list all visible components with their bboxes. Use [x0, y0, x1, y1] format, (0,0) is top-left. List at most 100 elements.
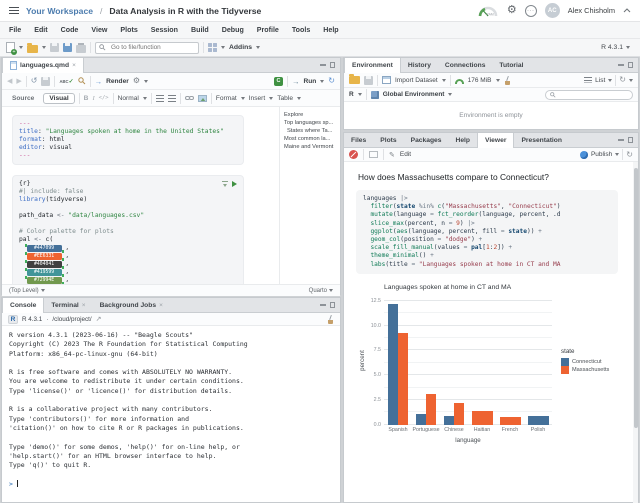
settings-gear-icon[interactable]: ⚙ — [507, 5, 517, 16]
viewer-scrollbar[interactable] — [633, 162, 638, 503]
new-file-icon[interactable] — [6, 42, 15, 53]
table-caret[interactable] — [297, 97, 301, 100]
edit-button[interactable]: Edit — [400, 151, 411, 158]
save-icon[interactable] — [50, 43, 59, 52]
run-caret[interactable] — [320, 80, 324, 83]
menu-debug[interactable]: Debug — [222, 26, 244, 34]
memory-usage[interactable]: 176 MiB — [468, 77, 492, 84]
refresh-environment-icon[interactable]: ↻ — [619, 76, 626, 84]
render-options-caret[interactable] — [144, 80, 148, 83]
environment-selector[interactable]: Global Environment — [383, 91, 445, 98]
open-directory-icon[interactable]: ↗ — [96, 315, 102, 323]
publish-caret[interactable] — [615, 153, 619, 156]
chevron-up-icon[interactable] — [623, 8, 631, 13]
load-workspace-icon[interactable] — [349, 76, 360, 84]
save-workspace-icon[interactable] — [364, 76, 373, 85]
maximize-pane-icon[interactable] — [628, 62, 634, 68]
language-caret[interactable] — [358, 93, 362, 96]
table-menu[interactable]: Table — [277, 95, 293, 102]
open-folder-caret[interactable] — [42, 46, 46, 49]
save-document-icon[interactable] — [41, 77, 50, 86]
tab-tutorial[interactable]: Tutorial — [492, 58, 530, 72]
italic-icon[interactable]: I — [92, 95, 94, 102]
save-all-icon[interactable] — [63, 43, 72, 52]
r-version-selector[interactable]: R 4.3.1 — [601, 44, 634, 51]
open-in-new-window-icon[interactable] — [369, 151, 378, 158]
tab-connections[interactable]: Connections — [438, 58, 493, 72]
publish-button[interactable]: Publish — [591, 151, 612, 158]
format-menu[interactable]: Format — [216, 95, 237, 102]
environment-search-box[interactable] — [545, 90, 633, 100]
tab-terminal[interactable]: Terminal× — [44, 298, 92, 312]
minimize-pane-icon[interactable] — [320, 304, 326, 306]
breadcrumb-workspace[interactable]: Your Workspace — [26, 6, 93, 16]
tab-plots[interactable]: Plots — [373, 133, 403, 147]
source-popout-icon[interactable]: ↺ — [31, 77, 38, 85]
console-output[interactable]: R version 4.3.1 (2023-06-16) -- "Beagle … — [2, 326, 340, 494]
list-view-dropdown[interactable]: List — [595, 77, 605, 84]
outline-item[interactable]: Top languages sp... — [284, 119, 338, 127]
more-options-icon[interactable]: ··· — [525, 5, 537, 17]
menu-plots[interactable]: Plots — [120, 26, 137, 34]
close-tab-icon[interactable]: × — [72, 62, 76, 69]
image-icon[interactable] — [198, 95, 207, 102]
outline-item[interactable]: States where Ta... — [284, 127, 338, 135]
scope-indicator[interactable]: (Top Level) — [9, 288, 39, 294]
menu-edit[interactable]: Edit — [34, 26, 47, 34]
refresh-caret[interactable] — [629, 79, 633, 82]
environment-selector-caret[interactable] — [448, 93, 452, 96]
run-chunks-above-icon[interactable] — [222, 181, 228, 187]
refresh-viewer-icon[interactable]: ↻ — [626, 151, 633, 159]
menu-tools[interactable]: Tools — [292, 26, 310, 34]
render-options-gear-icon[interactable]: ⚙ — [133, 77, 140, 85]
bold-icon[interactable]: B — [84, 95, 89, 102]
numbered-list-icon[interactable] — [168, 95, 176, 102]
addins-button[interactable]: Addins — [229, 44, 252, 51]
paragraph-style-caret[interactable] — [143, 97, 147, 100]
forward-icon[interactable]: ▶ — [16, 77, 21, 85]
menu-file[interactable]: File — [9, 26, 21, 34]
menu-view[interactable]: View — [91, 26, 107, 34]
menu-build[interactable]: Build — [191, 26, 209, 34]
environment-search-input[interactable] — [558, 91, 630, 99]
maximize-pane-icon[interactable] — [330, 62, 336, 68]
tab-help[interactable]: Help — [448, 133, 477, 147]
find-icon[interactable] — [78, 77, 86, 85]
clear-console-icon[interactable] — [327, 315, 334, 324]
menu-help[interactable]: Help — [323, 26, 338, 34]
tab-environment[interactable]: Environment — [344, 58, 401, 73]
hamburger-menu-icon[interactable] — [9, 7, 19, 8]
minimize-pane-icon[interactable] — [618, 139, 624, 141]
maximize-pane-icon[interactable] — [330, 302, 336, 308]
pane-layout-icon[interactable] — [208, 43, 217, 52]
rerun-icon[interactable]: ↻ — [328, 77, 335, 85]
print-icon[interactable] — [76, 45, 86, 53]
tab-files[interactable]: Files — [344, 133, 373, 147]
tab-background-jobs[interactable]: Background Jobs× — [93, 298, 170, 312]
back-icon[interactable]: ◀ — [7, 77, 12, 85]
code-icon[interactable]: </> — [99, 95, 109, 101]
menu-profile[interactable]: Profile — [257, 26, 279, 34]
open-folder-icon[interactable] — [27, 45, 38, 53]
insert-chunk-icon[interactable]: C — [274, 77, 283, 86]
memory-caret[interactable] — [496, 79, 500, 82]
minimize-pane-icon[interactable] — [618, 64, 624, 66]
spellcheck-icon[interactable]: ABC✓ — [59, 78, 73, 85]
tab-viewer[interactable]: Viewer — [477, 133, 514, 148]
minimize-pane-icon[interactable] — [320, 64, 326, 66]
menu-code[interactable]: Code — [61, 26, 79, 34]
run-chunk-icon[interactable] — [232, 181, 237, 187]
scrollbar-thumb[interactable] — [634, 168, 638, 428]
new-file-caret[interactable] — [19, 46, 23, 49]
paragraph-style-dropdown[interactable]: Normal — [118, 95, 139, 102]
tab-languages-qmd[interactable]: languages.qmd × — [2, 58, 84, 73]
run-button[interactable]: Run — [303, 78, 316, 85]
bullet-list-icon[interactable] — [156, 95, 164, 102]
addins-caret[interactable] — [256, 46, 260, 49]
ram-gauge-icon[interactable]: RAM — [477, 4, 499, 17]
list-view-caret[interactable] — [608, 79, 612, 82]
visual-editor-document[interactable]: ---title: "Languages spoken at home in t… — [2, 107, 279, 284]
link-icon[interactable] — [185, 95, 194, 101]
menu-session[interactable]: Session — [151, 26, 178, 34]
maximize-pane-icon[interactable] — [628, 137, 634, 143]
